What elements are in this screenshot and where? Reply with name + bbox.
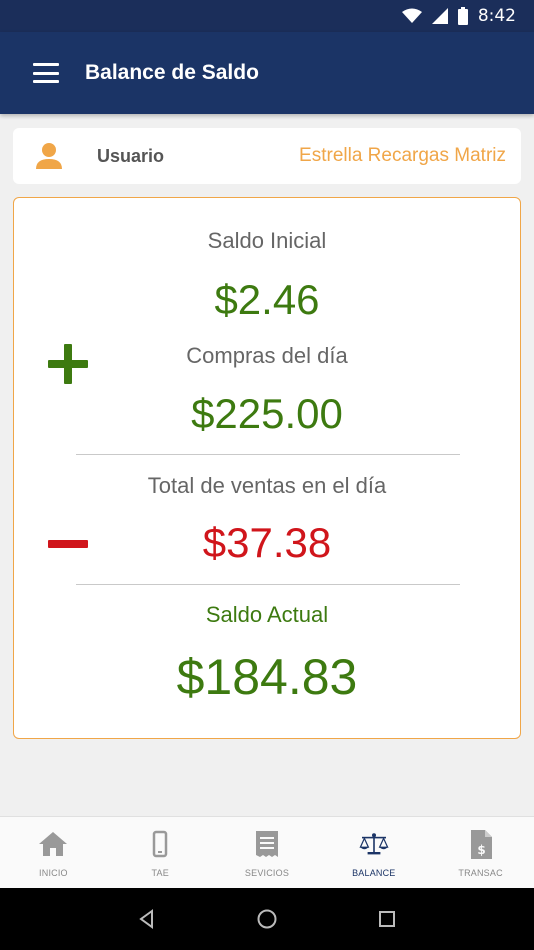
divider xyxy=(76,584,460,585)
user-icon xyxy=(36,143,62,169)
nav-label: TAE xyxy=(151,868,169,878)
ventas-value: $37.38 xyxy=(202,519,332,566)
nav-label: SEVICIOS xyxy=(244,868,290,878)
saldo-inicial-label: Saldo Inicial xyxy=(207,228,327,253)
clock: 8:42 xyxy=(477,6,516,26)
divider xyxy=(76,454,460,455)
nav-label: BALANCE xyxy=(352,868,396,878)
user-label: Usuario xyxy=(97,145,165,166)
nav-servicios[interactable]: SEVICIOS xyxy=(214,817,321,888)
ventas-label: Total de ventas en el día xyxy=(147,473,387,498)
svg-text:$: $ xyxy=(477,843,485,857)
wifi-icon xyxy=(401,8,422,23)
menu-icon[interactable] xyxy=(33,63,59,83)
saldo-actual-label: Saldo Actual xyxy=(205,602,329,627)
user-value: Estrella Recargas Matriz xyxy=(299,145,506,166)
compras-label: Compras del día xyxy=(186,343,348,368)
signal-icon xyxy=(431,8,448,24)
scale-icon xyxy=(359,833,389,855)
nav-tae[interactable]: TAE xyxy=(107,817,214,888)
back-icon[interactable] xyxy=(136,908,158,930)
bottom-nav: INICIO TAE SEVICIOS BALANCE $ TRANSAC xyxy=(0,816,534,888)
saldo-actual-value: $184.83 xyxy=(176,649,358,705)
recents-icon[interactable] xyxy=(376,908,398,930)
nav-label: TRANSAC xyxy=(458,868,503,878)
app-bar: Balance de Saldo xyxy=(0,32,534,114)
home-button-icon[interactable] xyxy=(256,908,278,930)
battery-icon xyxy=(457,7,468,25)
nav-inicio[interactable]: INICIO xyxy=(0,817,107,888)
page-title: Balance de Saldo xyxy=(85,61,259,84)
user-card: Usuario Estrella Recargas Matriz xyxy=(13,128,521,184)
phone-icon xyxy=(152,830,168,858)
balance-card: Saldo Inicial $2.46 Compras del día $225… xyxy=(13,197,521,739)
home-icon xyxy=(39,832,68,856)
dollar-document-icon: $ xyxy=(470,830,492,859)
compras-value: $225.00 xyxy=(191,390,343,437)
nav-balance[interactable]: BALANCE xyxy=(320,817,427,888)
system-nav-bar xyxy=(0,888,534,950)
nav-transac[interactable]: $ TRANSAC xyxy=(427,817,534,888)
status-bar: 8:42 xyxy=(0,0,534,32)
saldo-inicial-value: $2.46 xyxy=(214,276,320,323)
receipt-icon xyxy=(255,831,278,857)
nav-label: INICIO xyxy=(39,868,68,878)
